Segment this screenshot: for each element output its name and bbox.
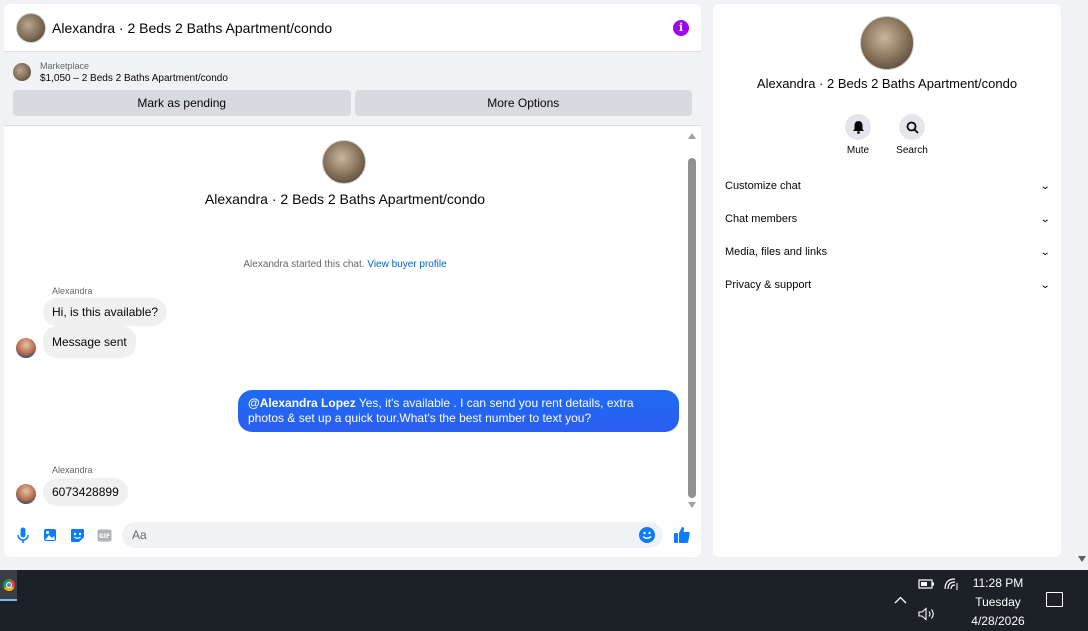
media-files-links-section[interactable]: Media, files and links ⌄ [725,240,1051,264]
page-scroll-down-arrow-icon[interactable] [1078,556,1086,562]
chrome-taskbar-button[interactable] [0,570,17,601]
chevron-down-icon: ⌄ [1039,246,1051,258]
sender-name: Alexandra [52,465,93,475]
conversation-title: Alexandra · 2 Beds 2 Baths Apartment/con… [204,191,486,207]
message-input[interactable]: Aa [122,522,663,548]
chat-started-notice: Alexandra started this chat. View buyer … [4,259,686,270]
marketplace-label: Marketplace [40,61,90,71]
emoji-icon[interactable] [639,527,655,543]
info-icon[interactable]: i [673,19,689,36]
like-thumbs-up-icon[interactable] [673,526,691,544]
svg-text:GIF: GIF [98,533,109,540]
listing-row[interactable]: Marketplace $1,050 – 2 Beds 2 Baths Apar… [13,60,692,86]
sender-name: Alexandra [52,286,93,296]
mention[interactable]: @Alexandra Lopez [248,396,356,410]
marketplace-bar: Marketplace $1,050 – 2 Beds 2 Baths Apar… [4,52,701,126]
search-button[interactable]: Search [887,114,937,156]
chevron-down-icon: ⌄ [1039,180,1051,192]
mute-label: Mute [846,145,870,156]
chat-info-panel: Alexandra · 2 Beds 2 Baths Apartment/con… [713,4,1061,557]
section-label: Chat members [725,213,798,225]
scroll-thumb[interactable] [688,158,696,498]
search-label: Search [896,145,928,156]
chat-panel: Alexandra · 2 Beds 2 Baths Apartment/con… [4,4,701,557]
sticker-icon[interactable] [68,526,86,544]
info-panel-title: Alexandra · 2 Beds 2 Baths Apartment/con… [756,76,1018,91]
gif-icon[interactable]: GIF [95,526,113,544]
bell-icon [845,114,871,140]
message-scrollbar[interactable] [687,130,697,508]
wifi-icon[interactable] [943,577,959,594]
clock-time: 11:28 PM [972,576,1024,590]
chevron-down-icon: ⌄ [1039,279,1051,291]
photo-icon[interactable] [41,526,59,544]
listing-title: $1,050 – 2 Beds 2 Baths Apartment/condo [40,73,228,84]
show-hidden-icons-chevron-up-icon[interactable] [894,592,907,607]
search-icon [899,114,925,140]
listing-thumbnail [13,63,31,81]
incoming-message[interactable]: 6073428899 [43,478,128,506]
clock-day: Tuesday [975,595,1021,609]
section-label: Privacy & support [725,279,812,291]
chevron-down-icon: ⌄ [1039,213,1051,225]
incoming-message[interactable]: Hi, is this available? [43,298,168,326]
scroll-up-arrow-icon[interactable] [688,133,696,139]
scroll-down-arrow-icon[interactable] [688,502,696,508]
privacy-support-section[interactable]: Privacy & support ⌄ [725,273,1051,297]
mute-button[interactable]: Mute [833,114,883,156]
sender-avatar[interactable] [16,484,36,504]
more-options-button[interactable]: More Options [354,90,692,116]
chrome-icon [2,578,15,591]
message-input-placeholder: Aa [132,528,147,542]
chat-header: Alexandra · 2 Beds 2 Baths Apartment/con… [4,4,701,52]
customize-chat-section[interactable]: Customize chat ⌄ [725,174,1051,198]
section-label: Media, files and links [725,246,828,258]
volume-icon[interactable] [918,607,936,624]
chat-members-section[interactable]: Chat members ⌄ [725,207,1051,231]
microphone-icon[interactable] [14,526,32,544]
conversation-avatar [322,140,366,184]
info-panel-avatar[interactable] [860,16,914,70]
message-list: Alexandra · 2 Beds 2 Baths Apartment/con… [4,126,701,512]
chat-header-title[interactable]: Alexandra · 2 Beds 2 Baths Apartment/con… [52,20,332,36]
taskbar-clock[interactable]: 11:28 PM Tuesday 4/28/2026 [960,574,1036,631]
mark-as-pending-button[interactable]: Mark as pending [13,90,351,116]
contact-avatar[interactable] [16,12,46,43]
windows-taskbar: 11:28 PM Tuesday 4/28/2026 [0,570,1088,631]
section-label: Customize chat [725,180,801,192]
clock-date: 4/28/2026 [971,614,1025,628]
sender-avatar[interactable] [16,338,36,358]
view-buyer-profile-link[interactable]: View buyer profile [367,259,446,270]
outgoing-message[interactable]: @Alexandra Lopez Yes, it's available . I… [238,390,679,432]
message-composer: GIF Aa [4,513,701,557]
notification-center-icon[interactable] [1046,592,1063,607]
incoming-message[interactable]: Message sent [43,326,136,358]
started-text: Alexandra started this chat. [243,259,365,270]
battery-icon[interactable] [918,578,935,593]
